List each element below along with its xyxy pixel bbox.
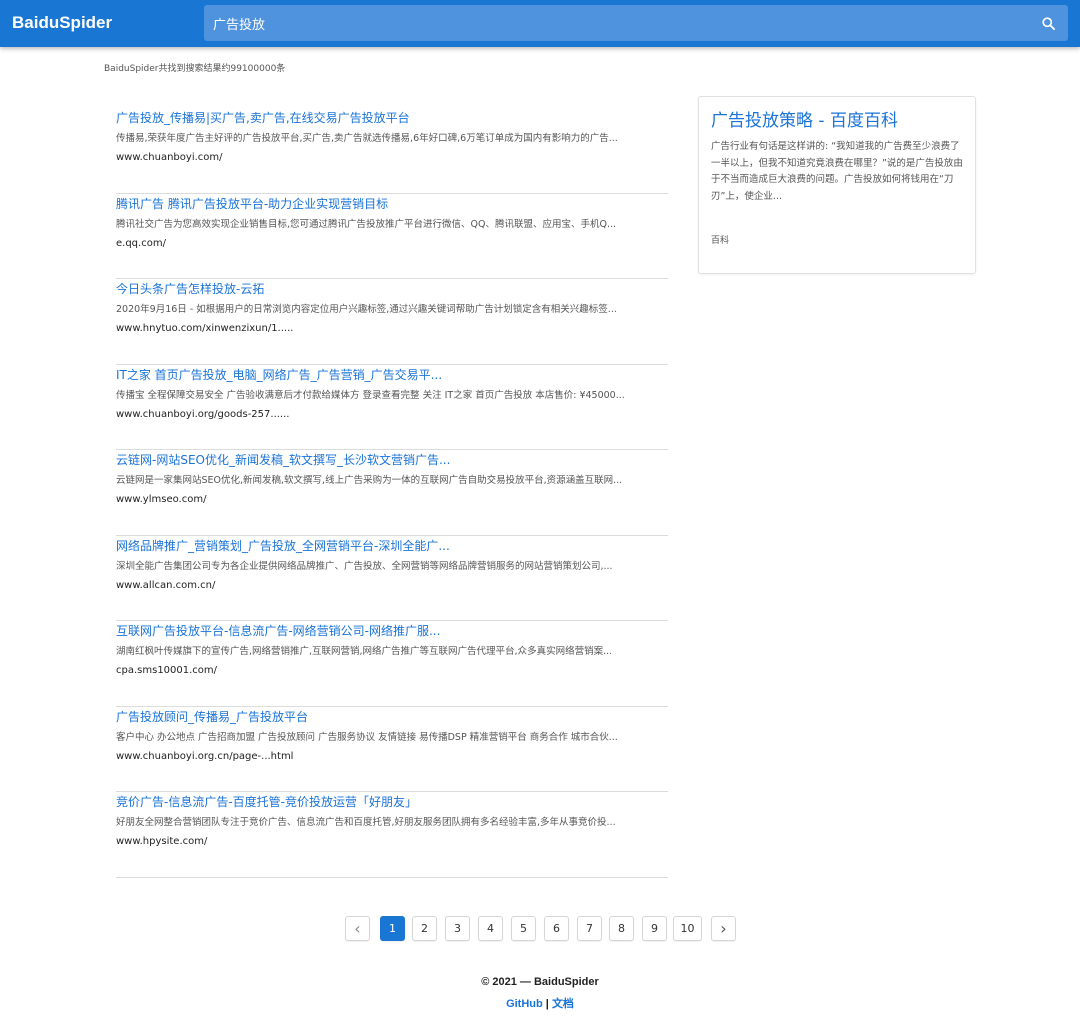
baike-source-tag: 百科 — [711, 236, 730, 246]
chevron-left-icon: ‹ — [354, 918, 361, 938]
result-description: 传播易,荣获年度广告主好评的广告投放平台,买广告,卖广告就选传播易,6年好口碑,… — [116, 133, 618, 144]
top-app-bar: BaiduSpider — [0, 0, 1080, 47]
result-url: www.allcan.com.cn/ — [116, 579, 216, 591]
page-button-4[interactable]: 4 — [478, 916, 503, 941]
result-url: www.hnytuo.com/xinwenzixun/1..... — [116, 323, 294, 334]
result-title-link[interactable]: 广告投放_传播易|买广告,卖广告,在线交易广告投放平台 — [116, 110, 668, 126]
search-box — [204, 5, 1068, 41]
page-button-1[interactable]: 1 — [380, 916, 405, 941]
result-title-link[interactable]: 互联网广告投放平台-信息流广告-网络营销公司-网络推广服... — [116, 623, 668, 639]
result-item: 今日头条广告怎样投放-云拓 2020年9月16日 - 如根据用户的日常浏览内容定… — [116, 279, 668, 365]
result-description: 湖南红枫叶传媒旗下的宣传广告,网络营销推广,互联网营销,网络广告推广等互联网广告… — [116, 646, 613, 657]
footer-separator: | — [545, 998, 549, 1010]
result-description: 客户中心 办公地点 广告招商加盟 广告投放顾问 广告服务协议 友情链接 易传播D… — [116, 731, 618, 743]
result-item: 腾讯广告 腾讯广告投放平台-助力企业实现营销目标 腾讯社交广告为您高效实现企业销… — [116, 194, 668, 279]
result-title-link[interactable]: IT之家 首页广告投放_电脑_网络广告_广告营销_广告交易平... — [116, 367, 668, 383]
footer-links: GitHub | 文档 — [0, 995, 1080, 1011]
result-url: www.chuanboyi.com/ — [116, 152, 223, 163]
result-description: 好朋友全网整合营销团队专注于竞价广告、信息流广告和百度托管,好朋友服务团队拥有多… — [116, 817, 616, 828]
result-title-link[interactable]: 云链网-网站SEO优化_新闻发稿_软文撰写_长沙软文营销广告... — [116, 452, 668, 468]
page-button-9[interactable]: 9 — [642, 916, 667, 941]
result-list: 广告投放_传播易|买广告,卖广告,在线交易广告投放平台 传播易,荣获年度广告主好… — [116, 108, 668, 878]
page-button-2[interactable]: 2 — [412, 916, 437, 941]
result-title-link[interactable]: 广告投放顾问_传播易_广告投放平台 — [116, 709, 668, 725]
result-item: 竞价广告-信息流广告-百度托管-竞价投放运营「好朋友」 好朋友全网整合营销团队专… — [116, 792, 668, 878]
page-button-10[interactable]: 10 — [673, 916, 702, 941]
result-url: cpa.sms10001.com/ — [116, 665, 218, 676]
baike-title-link[interactable]: 广告投放策略 - 百度百科 — [711, 109, 963, 133]
brand-logo[interactable]: BaiduSpider — [12, 13, 112, 33]
footer-copyright: © 2021 — BaiduSpider — [481, 976, 599, 988]
baike-description: 广告行业有句话是这样讲的: “我知道我的广告费至少浪费了一半以上，但我不知道究竟… — [711, 141, 963, 202]
result-url: e.qq.com/ — [116, 237, 166, 249]
result-title-link[interactable]: 竞价广告-信息流广告-百度托管-竞价投放运营「好朋友」 — [116, 794, 668, 810]
result-item: 云链网-网站SEO优化_新闻发稿_软文撰写_长沙软文营销广告... 云链网是一家… — [116, 450, 668, 536]
result-item: 广告投放顾问_传播易_广告投放平台 客户中心 办公地点 广告招商加盟 广告投放顾… — [116, 707, 668, 792]
chevron-right-icon: › — [720, 918, 727, 938]
page-button-3[interactable]: 3 — [445, 916, 470, 941]
page-button-8[interactable]: 8 — [609, 916, 634, 941]
result-description: 传播宝 全程保障交易安全 广告验收满意后才付款给媒体方 登录查看完整 关注 IT… — [116, 389, 625, 401]
result-description: 2020年9月16日 - 如根据用户的日常浏览内容定位用户兴趣标签,通过兴趣关键… — [116, 304, 617, 315]
prev-page-button[interactable]: ‹ — [345, 916, 370, 941]
result-url: www.ylmseo.com/ — [116, 494, 207, 505]
result-item: IT之家 首页广告投放_电脑_网络广告_广告营销_广告交易平... 传播宝 全程… — [116, 365, 668, 450]
footer: © 2021 — BaiduSpider GitHub | 文档 — [0, 976, 1080, 1011]
result-url: www.chuanboyi.org/goods-257...... — [116, 408, 290, 420]
result-description: 云链网是一家集网站SEO优化,新闻发稿,软文撰写,线上广告采购为一体的互联网广告… — [116, 475, 623, 486]
next-page-button[interactable]: › — [711, 916, 736, 941]
search-input[interactable] — [204, 5, 1024, 41]
result-url: www.hpysite.com/ — [116, 836, 208, 847]
result-description: 腾讯社交广告为您高效实现企业销售目标,您可通过腾讯广告投放推广平台进行微信、QQ… — [116, 218, 617, 230]
page-button-5[interactable]: 5 — [511, 916, 536, 941]
docs-link[interactable]: 文档 — [552, 998, 574, 1010]
result-title-link[interactable]: 网络品牌推广_营销策划_广告投放_全网营销平台-深圳全能广... — [116, 538, 668, 554]
result-description: 深圳全能广告集团公司专为各企业提供网络品牌推广、广告投放、全网营销等网络品牌营销… — [116, 560, 613, 572]
search-icon — [1041, 16, 1055, 30]
result-item: 网络品牌推广_营销策划_广告投放_全网营销平台-深圳全能广... 深圳全能广告集… — [116, 536, 668, 621]
result-title-link[interactable]: 今日头条广告怎样投放-云拓 — [116, 281, 668, 297]
baike-card: 广告投放策略 - 百度百科 广告行业有句话是这样讲的: “我知道我的广告费至少浪… — [698, 96, 976, 274]
search-button[interactable] — [1028, 5, 1068, 41]
result-count: BaiduSpider共找到搜索结果约99100000条 — [104, 64, 286, 74]
result-url: www.chuanboyi.org.cn/page-...html — [116, 750, 294, 762]
page-button-7[interactable]: 7 — [577, 916, 602, 941]
page-button-6[interactable]: 6 — [544, 916, 569, 941]
github-link[interactable]: GitHub — [506, 998, 543, 1010]
result-item: 广告投放_传播易|买广告,卖广告,在线交易广告投放平台 传播易,荣获年度广告主好… — [116, 108, 668, 194]
result-title-link[interactable]: 腾讯广告 腾讯广告投放平台-助力企业实现营销目标 — [116, 196, 668, 212]
result-item: 互联网广告投放平台-信息流广告-网络营销公司-网络推广服... 湖南红枫叶传媒旗… — [116, 621, 668, 707]
